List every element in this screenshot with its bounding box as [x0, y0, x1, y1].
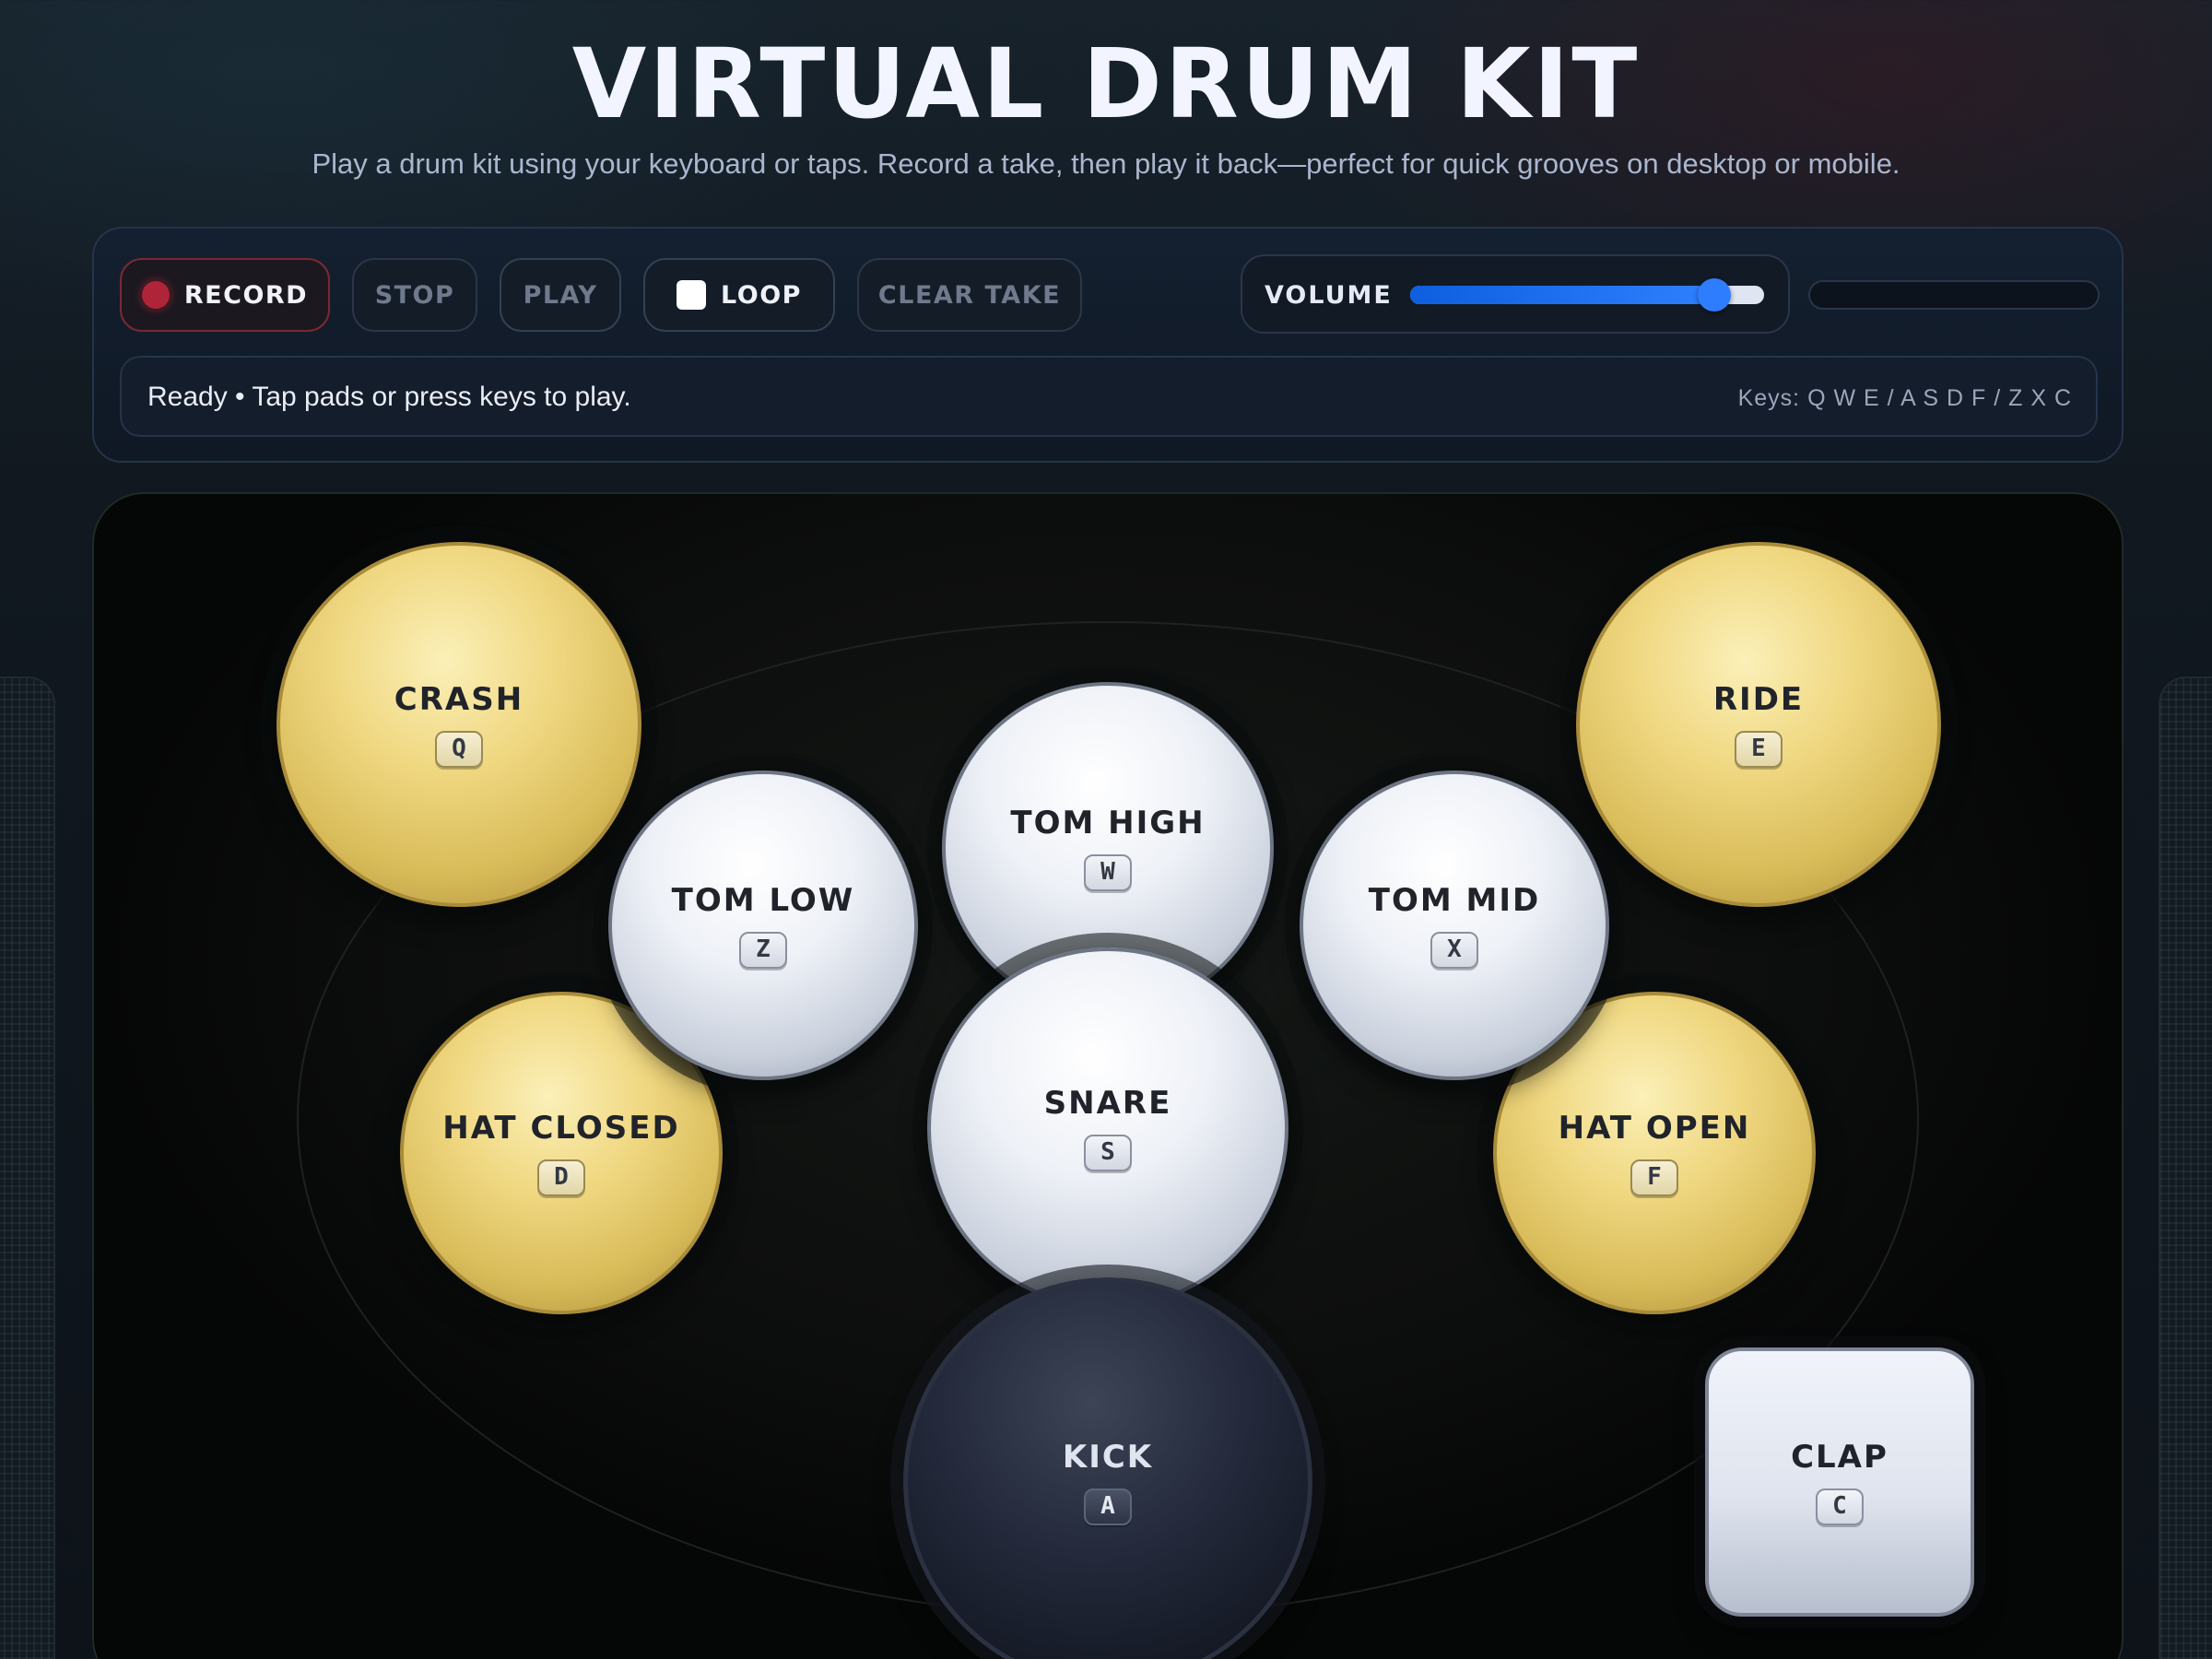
right-side-panel [2159, 677, 2212, 1659]
pad-label: RIDE [1712, 681, 1805, 718]
level-meter [1808, 280, 2100, 310]
pad-label: CRASH [394, 681, 524, 718]
pad-crash[interactable]: CRASH Q [276, 542, 641, 907]
key-badge: Q [435, 731, 483, 768]
status-bar: Ready • Tap pads or press keys to play. … [120, 356, 2098, 437]
key-badge: F [1630, 1159, 1678, 1196]
pad-label: HAT CLOSED [442, 1110, 680, 1147]
volume-slider[interactable] [1410, 278, 1764, 312]
key-badge: A [1084, 1488, 1132, 1525]
page-title: VIRTUAL DRUM KIT [571, 28, 1641, 140]
left-side-panel [0, 677, 55, 1659]
pad-label: HAT OPEN [1558, 1110, 1751, 1147]
page-subtitle: Play a drum kit using your keyboard or t… [312, 147, 1900, 180]
play-button[interactable]: PLAY [500, 258, 621, 332]
status-text: Ready • Tap pads or press keys to play. [147, 382, 631, 412]
key-badge: X [1430, 932, 1478, 969]
key-badge: W [1084, 854, 1132, 891]
keys-hint: Keys: Q W E / A S D F / Z X C [1737, 385, 2072, 411]
pad-snare[interactable]: SNARE S [927, 947, 1288, 1309]
key-badge: D [537, 1159, 585, 1196]
play-button-label: PLAY [523, 280, 598, 310]
pad-clap[interactable]: CLAP C [1705, 1347, 1974, 1617]
loop-label: LOOP [721, 280, 802, 310]
pad-label: TOM MID [1368, 882, 1541, 919]
pad-tom-mid[interactable]: TOM MID X [1300, 771, 1609, 1080]
clear-take-button[interactable]: CLEAR TAKE [857, 258, 1082, 332]
stop-button[interactable]: STOP [352, 258, 477, 332]
key-badge: C [1816, 1488, 1864, 1525]
control-panel: RECORD STOP PLAY LOOP CLEAR TAKE VOLUME … [92, 227, 2124, 463]
volume-slider-thumb[interactable] [1698, 278, 1732, 312]
key-badge: S [1084, 1135, 1132, 1171]
pad-label: TOM HIGH [1010, 805, 1206, 841]
loop-toggle[interactable]: LOOP [643, 258, 835, 332]
loop-checkbox[interactable] [677, 280, 707, 310]
key-badge: E [1735, 731, 1783, 768]
pad-tom-low[interactable]: TOM LOW Z [608, 771, 918, 1080]
clear-take-label: CLEAR TAKE [877, 280, 1062, 310]
pad-ride[interactable]: RIDE E [1576, 542, 1941, 907]
volume-slider-fill [1410, 286, 1715, 304]
record-dot-icon [141, 281, 170, 309]
volume-label: VOLUME [1265, 281, 1393, 310]
record-button[interactable]: RECORD [120, 258, 330, 332]
pad-label: SNARE [1043, 1085, 1172, 1122]
stop-button-label: STOP [374, 280, 455, 310]
volume-control: VOLUME [1241, 254, 1790, 334]
record-button-label: RECORD [183, 280, 309, 310]
pad-label: CLAP [1791, 1439, 1888, 1476]
pad-label: KICK [1062, 1439, 1154, 1476]
key-badge: Z [739, 932, 787, 969]
pad-label: TOM LOW [671, 882, 855, 919]
